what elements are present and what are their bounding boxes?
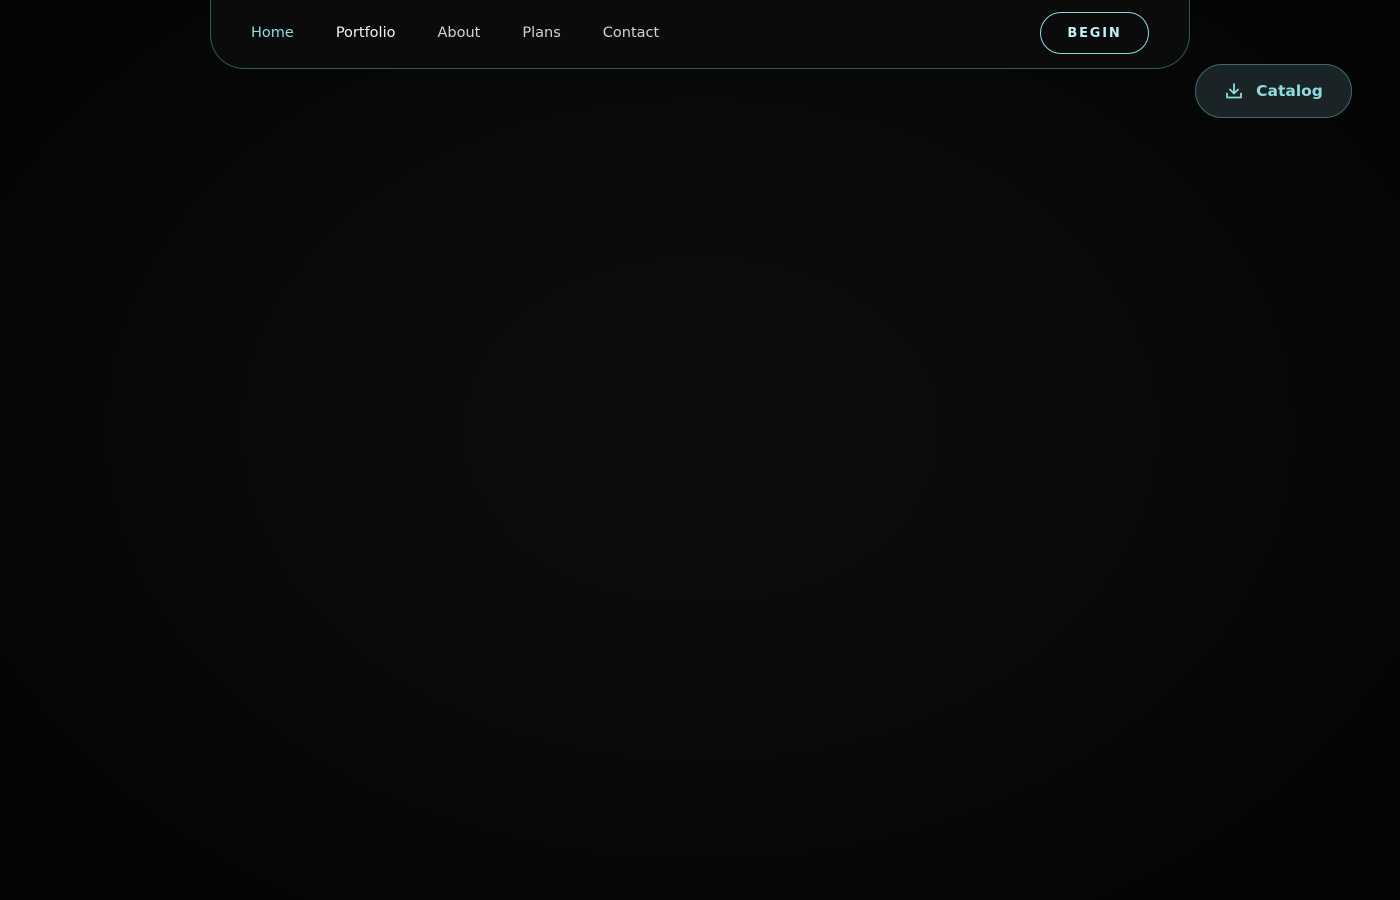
catalog-label: Catalog bbox=[1256, 82, 1323, 100]
nav-link-home[interactable]: Home bbox=[251, 25, 294, 41]
download-icon bbox=[1224, 81, 1244, 101]
nav-link-portfolio[interactable]: Portfolio bbox=[336, 25, 396, 41]
nav-link-contact[interactable]: Contact bbox=[603, 25, 659, 41]
catalog-button[interactable]: Catalog bbox=[1195, 64, 1352, 118]
nav-link-about[interactable]: About bbox=[437, 25, 480, 41]
top-navbar: Home Portfolio About Plans Contact BEGIN bbox=[210, 0, 1190, 69]
nav-links: Home Portfolio About Plans Contact bbox=[251, 0, 701, 68]
begin-button[interactable]: BEGIN bbox=[1040, 12, 1149, 54]
nav-link-plans[interactable]: Plans bbox=[522, 25, 560, 41]
